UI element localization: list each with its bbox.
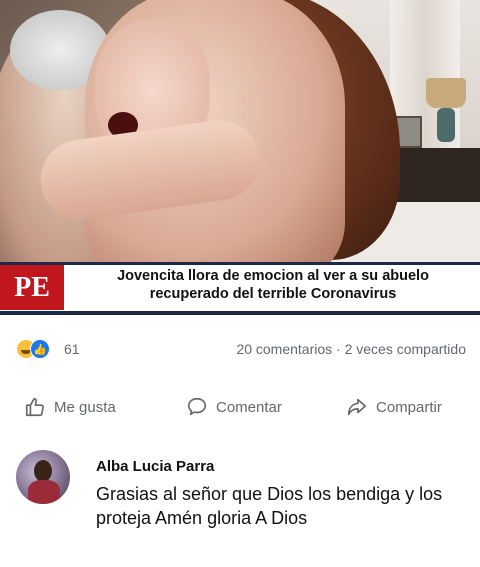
headline-line-1: Jovencita llora de emocion al ver a su a…: [117, 268, 429, 284]
like-icon: 👍: [30, 339, 50, 359]
like-button[interactable]: Me gusta: [24, 392, 116, 422]
photo-lamp: [426, 78, 466, 108]
share-arrow-icon: [347, 398, 367, 416]
post-actions: Me gusta Comentar Compartir: [0, 392, 480, 422]
brand-logo: PE: [0, 265, 64, 310]
like-label: Me gusta: [54, 398, 116, 416]
photo-lamp-base: [437, 108, 455, 142]
comment-button[interactable]: Comentar: [186, 392, 282, 422]
post-stats: 👍 61 20 comentarios · 2 veces compartido: [0, 333, 480, 363]
comments-shares-count[interactable]: 20 comentarios · 2 veces compartido: [236, 341, 466, 357]
headline-text: Jovencita llora de emocion al ver a su a…: [68, 267, 478, 303]
thumbs-up-icon: [25, 397, 44, 417]
comment-icon: [187, 397, 207, 416]
share-label: Compartir: [376, 398, 442, 416]
commenter-avatar[interactable]: [16, 450, 70, 504]
comment-label: Comentar: [216, 398, 282, 416]
commenter-name[interactable]: Alba Lucia Parra: [96, 458, 214, 475]
headline-line-2: recuperado del terrible Coronavirus: [149, 286, 397, 302]
banner-underline: [0, 311, 480, 315]
share-button[interactable]: Compartir: [346, 392, 442, 422]
reactions-summary[interactable]: 👍: [16, 339, 56, 359]
reaction-count[interactable]: 61: [64, 341, 80, 357]
headline-banner: PE Jovencita llora de emocion al ver a s…: [0, 262, 480, 315]
post-photo[interactable]: [0, 0, 480, 262]
comment-text: Grasias al señor que Dios los bendiga y …: [96, 484, 443, 528]
